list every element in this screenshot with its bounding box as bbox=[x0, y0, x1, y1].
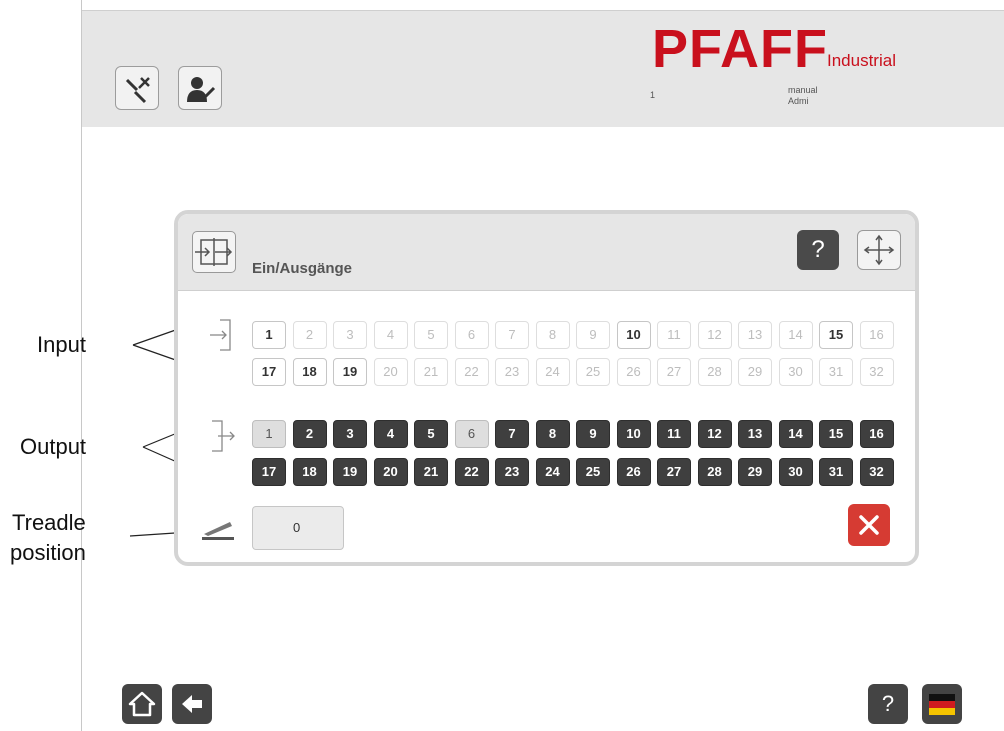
output-button-4[interactable]: 4 bbox=[373, 420, 408, 448]
input-cell-24: 24 bbox=[535, 358, 570, 386]
machine-number: 1 bbox=[650, 90, 656, 100]
output-button-19[interactable]: 19 bbox=[333, 458, 367, 486]
output-button-9[interactable]: 9 bbox=[576, 420, 610, 448]
input-cell-25: 25 bbox=[576, 358, 610, 386]
output-button-25[interactable]: 25 bbox=[576, 458, 610, 486]
output-button-24[interactable]: 24 bbox=[535, 458, 570, 486]
output-button-6[interactable]: 6 bbox=[454, 420, 489, 448]
input-cell-14: 14 bbox=[778, 321, 813, 349]
input-cell-27: 27 bbox=[657, 358, 691, 386]
input-cell-1: 1 bbox=[252, 321, 286, 349]
input-cell-16: 16 bbox=[859, 321, 894, 349]
io-dialog: Ein/Ausgänge ? 1 2 3 4 5 6 7 8 9 10 11 12 13 14 15 16 1… bbox=[174, 210, 919, 566]
input-cell-6: 6 bbox=[454, 321, 489, 349]
brand-subtitle: Industrial bbox=[827, 51, 896, 70]
output-button-23[interactable]: 23 bbox=[495, 458, 529, 486]
output-button-2[interactable]: 2 bbox=[292, 420, 327, 448]
mode-text: manual bbox=[788, 85, 818, 95]
input-arrow-icon bbox=[210, 319, 231, 351]
input-cell-7: 7 bbox=[495, 321, 529, 349]
input-cell-9: 9 bbox=[576, 321, 610, 349]
input-cell-4: 4 bbox=[373, 321, 408, 349]
output-button-20[interactable]: 20 bbox=[373, 458, 408, 486]
output-arrow-icon bbox=[212, 420, 235, 452]
input-cell-3: 3 bbox=[333, 321, 367, 349]
output-button-28[interactable]: 28 bbox=[697, 458, 732, 486]
language-button[interactable] bbox=[922, 684, 962, 724]
io-icon bbox=[192, 231, 236, 273]
output-button-31[interactable]: 31 bbox=[819, 458, 853, 486]
input-cell-12: 12 bbox=[697, 321, 732, 349]
input-cell-2: 2 bbox=[292, 321, 327, 349]
german-flag-icon bbox=[929, 694, 955, 715]
brand-logo: PFAFF bbox=[652, 19, 828, 79]
input-cell-21: 21 bbox=[414, 358, 448, 386]
output-button-30[interactable]: 30 bbox=[778, 458, 813, 486]
dialog-header: Ein/Ausgänge ? bbox=[178, 214, 915, 291]
home-icon bbox=[128, 691, 156, 717]
input-cell-11: 11 bbox=[657, 321, 691, 349]
output-button-12[interactable]: 12 bbox=[697, 420, 732, 448]
move-button[interactable] bbox=[857, 230, 901, 270]
input-cell-28: 28 bbox=[697, 358, 732, 386]
input-cell-13: 13 bbox=[738, 321, 772, 349]
output-button-27[interactable]: 27 bbox=[657, 458, 691, 486]
input-cell-18: 18 bbox=[292, 358, 327, 386]
output-button-29[interactable]: 29 bbox=[738, 458, 772, 486]
output-button-21[interactable]: 21 bbox=[414, 458, 448, 486]
input-cell-32: 32 bbox=[859, 358, 894, 386]
input-cell-30: 30 bbox=[778, 358, 813, 386]
dialog-title: Ein/Ausgänge bbox=[252, 260, 353, 277]
output-button-14[interactable]: 14 bbox=[778, 420, 813, 448]
input-cell-31: 31 bbox=[819, 358, 853, 386]
input-cell-20: 20 bbox=[373, 358, 408, 386]
home-button[interactable] bbox=[122, 684, 162, 724]
output-button-26[interactable]: 26 bbox=[616, 458, 651, 486]
back-button[interactable] bbox=[172, 684, 212, 724]
close-button[interactable] bbox=[848, 504, 890, 546]
input-cell-8: 8 bbox=[535, 321, 570, 349]
output-button-16[interactable]: 16 bbox=[859, 420, 894, 448]
output-button-3[interactable]: 3 bbox=[333, 420, 367, 448]
treadle-icon bbox=[202, 522, 234, 540]
output-button-15[interactable]: 15 bbox=[819, 420, 853, 448]
input-cell-10: 10 bbox=[616, 321, 651, 349]
output-button-8[interactable]: 8 bbox=[535, 420, 570, 448]
input-cell-17: 17 bbox=[252, 358, 286, 386]
output-button-13[interactable]: 13 bbox=[738, 420, 772, 448]
user-text: Admi bbox=[788, 96, 809, 106]
input-cell-26: 26 bbox=[616, 358, 651, 386]
close-icon bbox=[859, 515, 879, 535]
output-button-10[interactable]: 10 bbox=[616, 420, 651, 448]
input-cell-22: 22 bbox=[454, 358, 489, 386]
input-cell-23: 23 bbox=[495, 358, 529, 386]
output-button-1[interactable]: 1 bbox=[252, 420, 286, 448]
input-cell-19: 19 bbox=[333, 358, 367, 386]
footer-help-button[interactable]: ? bbox=[868, 684, 908, 724]
back-arrow-icon bbox=[182, 695, 202, 713]
dialog-help-button[interactable]: ? bbox=[797, 230, 839, 270]
output-button-22[interactable]: 22 bbox=[454, 458, 489, 486]
move-icon bbox=[863, 234, 895, 266]
output-button-5[interactable]: 5 bbox=[414, 420, 448, 448]
output-button-7[interactable]: 7 bbox=[495, 420, 529, 448]
header-bar: PFAFF Industrial 1 manual Admi bbox=[82, 10, 1004, 127]
output-button-18[interactable]: 18 bbox=[292, 458, 327, 486]
output-button-17[interactable]: 17 bbox=[252, 458, 286, 486]
input-cell-5: 5 bbox=[414, 321, 448, 349]
treadle-position-value: 0 bbox=[252, 506, 344, 550]
input-cell-29: 29 bbox=[738, 358, 772, 386]
output-button-11[interactable]: 11 bbox=[657, 420, 691, 448]
input-cell-15: 15 bbox=[819, 321, 853, 349]
output-button-32[interactable]: 32 bbox=[859, 458, 894, 486]
